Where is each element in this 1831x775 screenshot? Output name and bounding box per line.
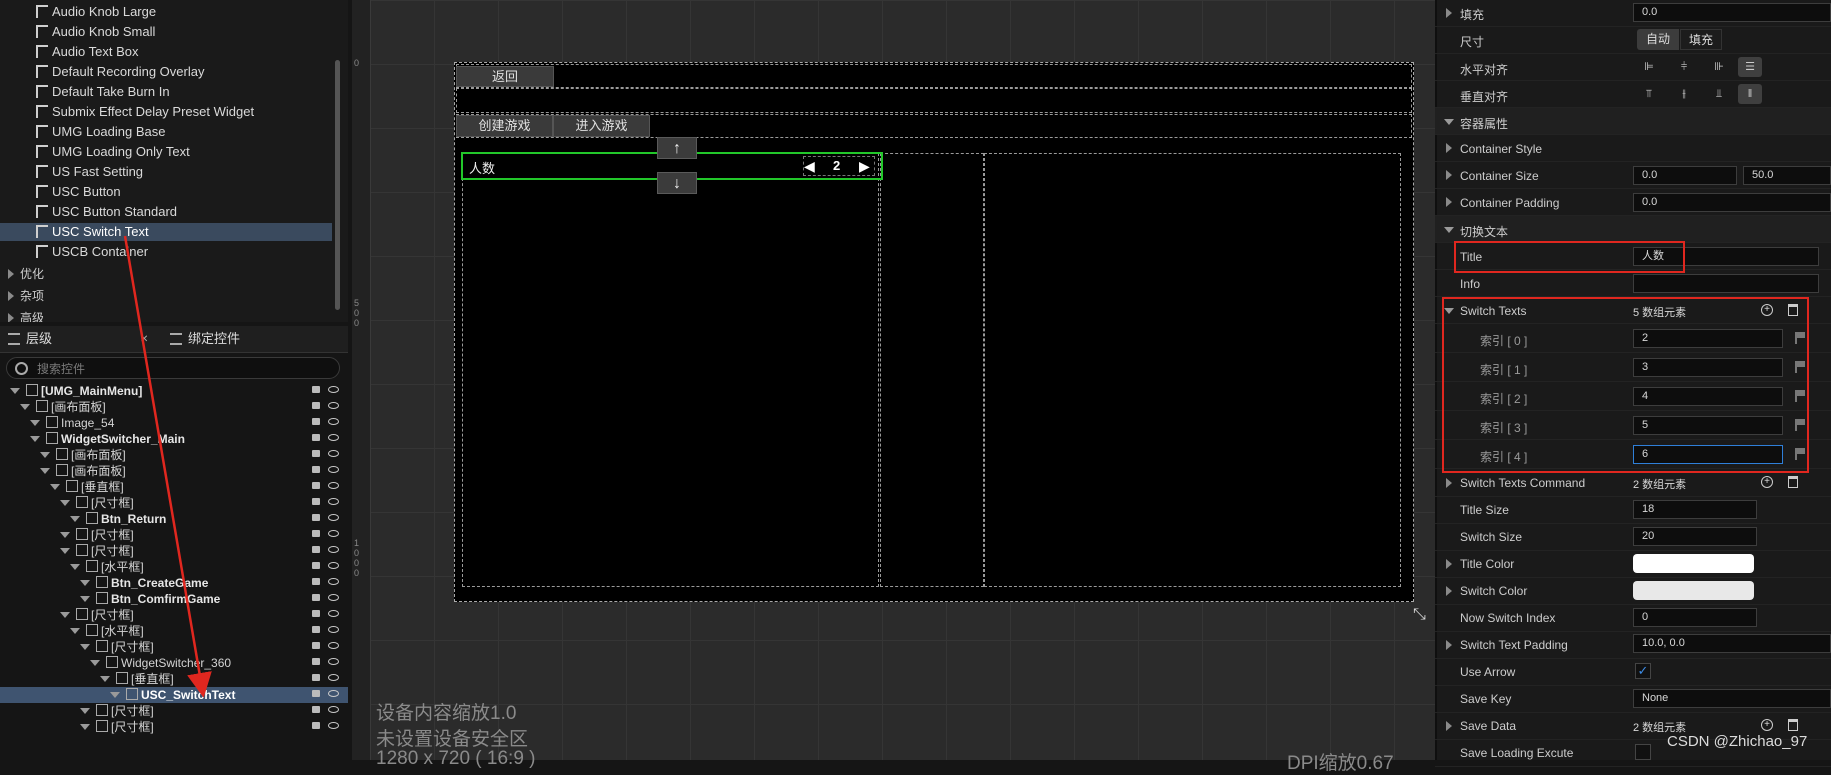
annotation-arrow (123, 235, 212, 698)
watermark-text: CSDN @Zhichao_97 (1667, 733, 1808, 750)
